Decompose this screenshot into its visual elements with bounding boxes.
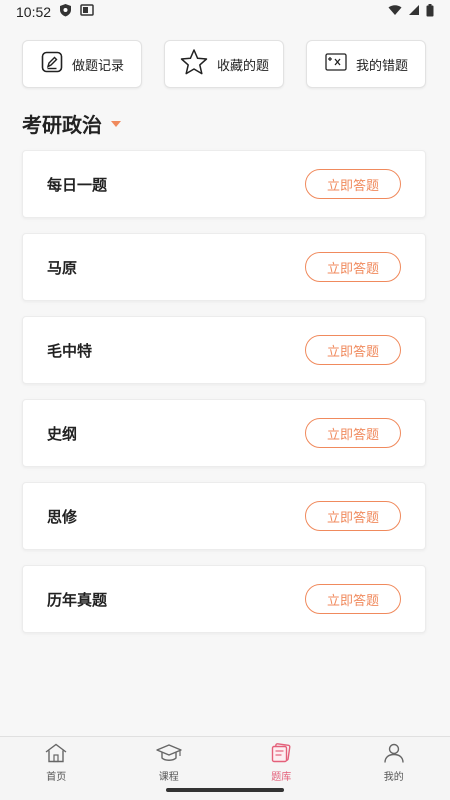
topic-title: 史纲 [47,424,78,443]
topic-title: 历年真题 [47,590,108,609]
profile-icon [383,743,405,766]
graduation-cap-icon [156,743,182,766]
topic-title: 每日一题 [47,175,108,194]
list-item: 史纲 立即答题 [22,399,426,467]
topic-list: 每日一题 立即答题 马原 立即答题 毛中特 立即答题 史纲 立即答题 思修 立即… [22,150,426,648]
star-icon [179,48,209,80]
caret-down-icon [110,114,122,133]
home-icon [44,743,68,766]
wrong-answer-icon [324,51,348,77]
nav-label: 首页 [46,772,67,783]
list-item: 毛中特 立即答题 [22,316,426,384]
list-item: 每日一题 立即答题 [22,150,426,218]
quick-action-label: 收藏的题 [216,58,269,74]
subject-selector[interactable]: 考研政治 [22,108,122,138]
start-answer-button[interactable]: 立即答题 [305,501,401,531]
start-answer-button[interactable]: 立即答题 [305,252,401,282]
start-answer-button[interactable]: 立即答题 [305,584,401,614]
subject-title: 考研政治 [22,112,102,137]
start-answer-button[interactable]: 立即答题 [305,169,401,199]
status-bar: 10:52 [0,0,450,24]
home-indicator[interactable] [166,788,284,792]
topic-title: 马原 [47,258,78,277]
nav-item-home[interactable]: 首页 [0,737,113,800]
quick-action-label: 做题记录 [71,58,124,74]
nav-item-profile[interactable]: 我的 [338,737,450,800]
battery-icon [426,3,434,21]
quick-action-label: 我的错题 [355,58,408,74]
wrong-answers-button[interactable]: 我的错题 [306,40,426,88]
pencil-note-icon [40,50,64,78]
signal-icon [408,4,420,20]
nav-label: 题库 [271,772,292,783]
question-bank-icon [270,743,292,766]
status-time: 10:52 [16,4,52,20]
screen-status-icon [80,4,94,20]
favorites-button[interactable]: 收藏的题 [164,40,284,88]
start-answer-button[interactable]: 立即答题 [305,335,401,365]
shield-status-icon [59,3,72,21]
quick-actions: 做题记录 收藏的题 我的错题 [22,40,426,90]
start-answer-button[interactable]: 立即答题 [305,418,401,448]
nav-label: 我的 [383,772,404,783]
practice-record-button[interactable]: 做题记录 [22,40,142,88]
topic-title: 思修 [47,507,78,526]
wifi-icon [388,4,402,20]
nav-label: 课程 [158,772,179,783]
list-item: 思修 立即答题 [22,482,426,550]
list-item: 马原 立即答题 [22,233,426,301]
topic-title: 毛中特 [47,341,93,360]
list-item: 历年真题 立即答题 [22,565,426,633]
